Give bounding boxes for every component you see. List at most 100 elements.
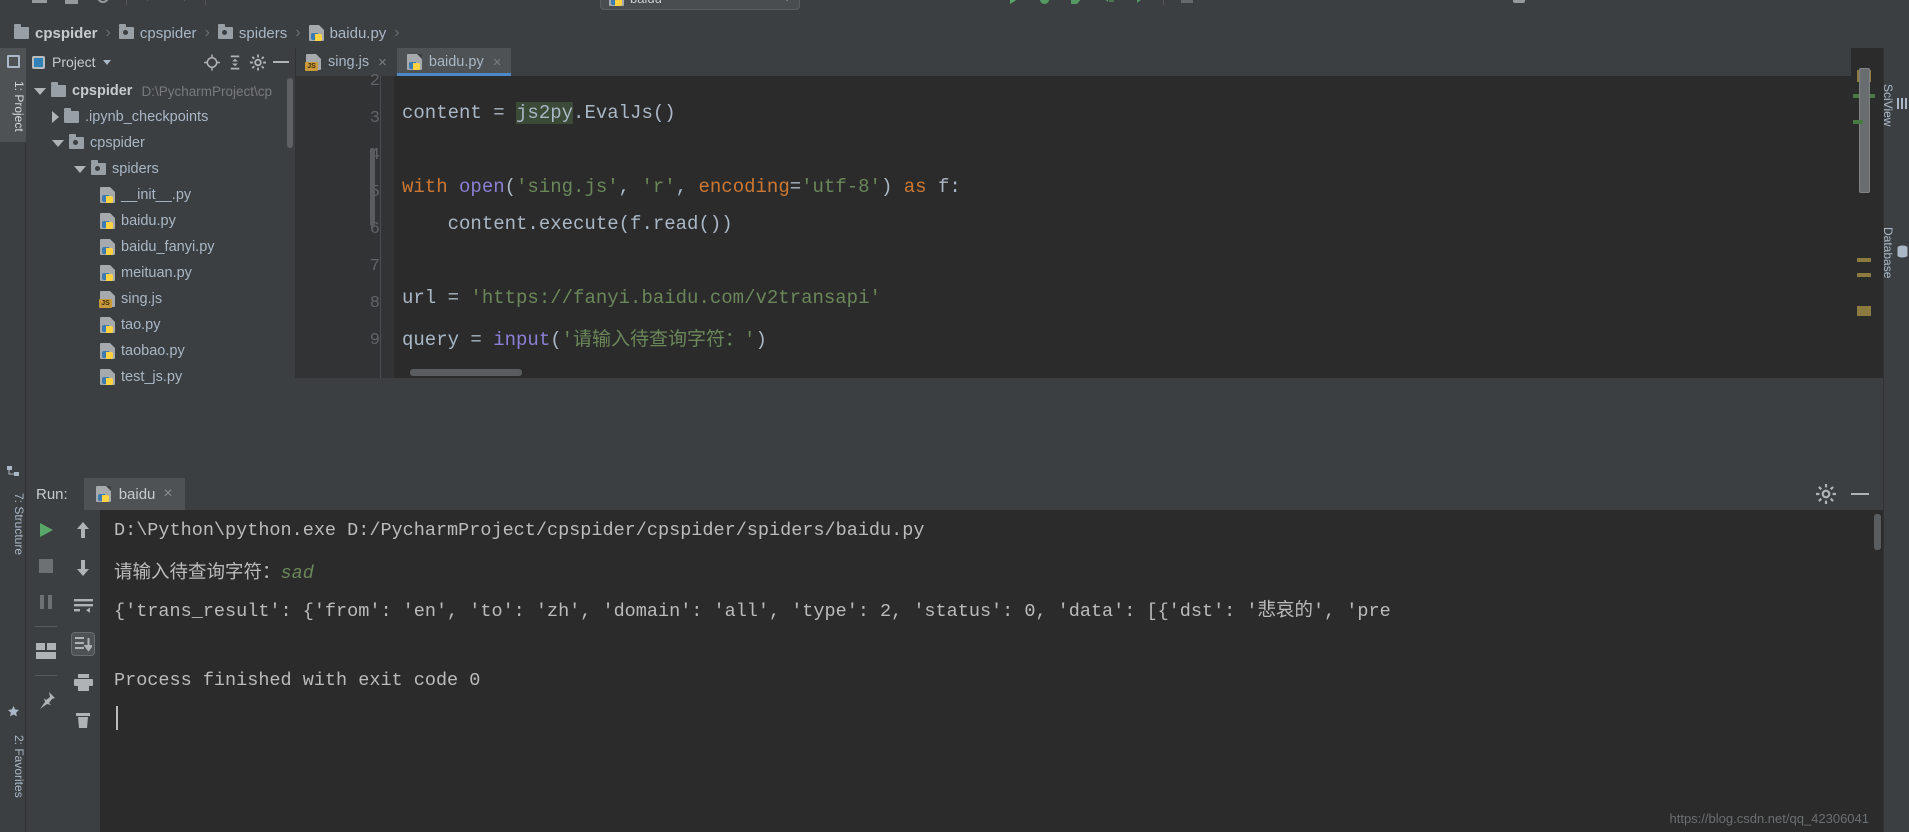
- tree-row-init-py[interactable]: __init__.py: [26, 182, 295, 208]
- folder-icon: [64, 108, 79, 123]
- code-editor[interactable]: 2 3 4 5 6 7 8 9 content = js2py.EvalJs()…: [296, 72, 1851, 378]
- trash-icon[interactable]: [71, 708, 95, 732]
- gear-icon[interactable]: [250, 54, 266, 70]
- tree-row-taobao-py[interactable]: taobao.py: [26, 338, 295, 364]
- tree-row-cpspider-root[interactable]: cpspider D:\PycharmProject\cp: [26, 78, 295, 104]
- run-coverage-icon[interactable]: [1067, 0, 1085, 6]
- tree-row-spiders[interactable]: spiders: [26, 156, 295, 182]
- project-panel-scrollbar[interactable]: [287, 78, 293, 148]
- tree-row-baidu-py[interactable]: baidu.py: [26, 208, 295, 234]
- undo-icon[interactable]: [141, 0, 159, 6]
- tree-row-sing-js[interactable]: JS sing.js: [26, 286, 295, 312]
- up-arrow-icon[interactable]: [71, 518, 95, 542]
- breadcrumb-label: cpspider: [35, 24, 98, 42]
- tree-row-test-js-py[interactable]: test_js.py: [26, 364, 295, 390]
- chevron-down-icon[interactable]: [34, 87, 46, 95]
- source-folder-icon: [91, 160, 106, 175]
- redo-icon[interactable]: [173, 0, 191, 6]
- run-tab-baidu[interactable]: baidu ×: [83, 478, 185, 510]
- chevron-down-icon[interactable]: [783, 0, 791, 1]
- close-icon[interactable]: ×: [493, 54, 502, 71]
- console-output[interactable]: D:\Python\python.exe D:/PycharmProject/c…: [100, 510, 1883, 832]
- console-line-prompt: 请输入待查询字符：sad: [114, 558, 314, 584]
- sidebar-item-structure[interactable]: 7: Structure: [0, 458, 26, 568]
- run-icon[interactable]: [1010, 0, 1021, 4]
- breadcrumb-item-0[interactable]: cpspider: [14, 24, 98, 42]
- python-file-icon: [406, 54, 422, 70]
- tree-label: sing.js: [121, 291, 163, 307]
- watermark: https://blog.csdn.net/qq_42306041: [1669, 811, 1870, 826]
- save-all-icon[interactable]: [62, 0, 80, 6]
- warning-marker[interactable]: [1857, 306, 1871, 316]
- hide-icon[interactable]: [273, 54, 289, 70]
- structure-icon: [6, 464, 20, 478]
- line-number: 9: [369, 331, 380, 350]
- run-toolbar-right: [66, 510, 100, 832]
- warning-marker[interactable]: [1857, 273, 1871, 277]
- breadcrumb-item-3[interactable]: baidu.py: [308, 25, 386, 42]
- vcs-toolbar-group: [1510, 0, 1528, 6]
- pause-icon[interactable]: [34, 590, 58, 614]
- locate-icon[interactable]: [204, 54, 220, 70]
- profile-icon[interactable]: [1099, 0, 1117, 6]
- warning-marker[interactable]: [1857, 258, 1871, 262]
- print-icon[interactable]: [71, 670, 95, 694]
- tree-label: baidu.py: [121, 213, 176, 229]
- run-configuration-selector[interactable]: baidu: [600, 0, 800, 10]
- close-icon[interactable]: ×: [378, 54, 387, 71]
- scroll-to-end-icon[interactable]: [71, 632, 95, 656]
- project-panel-title: Project: [52, 54, 96, 70]
- chevron-right-icon[interactable]: [52, 111, 59, 123]
- collapse-all-icon[interactable]: [227, 54, 243, 70]
- sidebar-item-project[interactable]: 1: Project: [0, 48, 26, 142]
- folder-icon: [14, 24, 29, 39]
- gear-icon[interactable]: [1815, 483, 1837, 505]
- sidebar-item-database[interactable]: Database: [1881, 198, 1909, 308]
- stop-icon[interactable]: [1178, 0, 1196, 6]
- sync-icon[interactable]: [94, 0, 112, 6]
- chevron-down-icon[interactable]: [74, 165, 86, 173]
- editor-scrollbar-thumb[interactable]: [1859, 68, 1870, 193]
- vcs-update-icon[interactable]: [1510, 0, 1528, 6]
- tree-label: test_js.py: [121, 369, 183, 385]
- chevron-down-icon[interactable]: [52, 139, 64, 147]
- stop-icon[interactable]: [34, 554, 58, 578]
- hide-icon[interactable]: [1849, 483, 1871, 505]
- open-folder-icon[interactable]: [30, 0, 48, 6]
- editor-horizontal-scrollbar[interactable]: [410, 369, 522, 376]
- breadcrumb-item-1[interactable]: cpspider: [118, 24, 197, 42]
- sidebar-item-favorites[interactable]: 2: Favorites: [0, 698, 26, 813]
- editor-tab-sing-js[interactable]: JS sing.js ×: [296, 48, 397, 76]
- editor-scrollbar-column[interactable]: [1851, 48, 1883, 378]
- soft-wrap-icon[interactable]: [71, 594, 95, 618]
- debug-icon[interactable]: [1035, 0, 1053, 6]
- chevron-down-icon[interactable]: [102, 59, 111, 65]
- tree-row-ipynb-checkpoints[interactable]: .ipynb_checkpoints: [26, 104, 295, 130]
- sidebar-item-sciview[interactable]: SciView: [1881, 58, 1909, 153]
- tree-row-meituan-py[interactable]: meituan.py: [26, 260, 295, 286]
- tree-path: D:\PycharmProject\cp: [141, 83, 272, 99]
- line-number: 3: [369, 109, 380, 128]
- breadcrumb-item-2[interactable]: spiders: [217, 24, 287, 42]
- layout-icon[interactable]: [34, 639, 58, 663]
- source-folder-icon: [118, 24, 134, 39]
- down-arrow-icon[interactable]: [71, 556, 95, 580]
- tree-row-tao-py[interactable]: tao.py: [26, 312, 295, 338]
- python-file-icon: [100, 265, 115, 281]
- run-icon[interactable]: [34, 518, 58, 542]
- project-panel-header: Project: [26, 48, 295, 76]
- editor-tab-baidu-py[interactable]: baidu.py ×: [396, 48, 512, 76]
- code-line-9: query = input('请输入待查询字符：'): [402, 329, 767, 351]
- code-content[interactable]: content = js2py.EvalJs() with open('sing…: [394, 76, 1851, 378]
- sidebar-label-database: Database: [1881, 227, 1895, 279]
- code-line-8: url = 'https://fanyi.baidu.com/v2transap…: [402, 287, 881, 309]
- tree-row-cpspider-pkg[interactable]: cpspider: [26, 130, 295, 156]
- tree-row-baidu-fanyi-py[interactable]: baidu_fanyi.py: [26, 234, 295, 260]
- code-line-5: with open('sing.js', 'r', encoding='utf-…: [402, 176, 961, 198]
- toolbar-icon-group: [30, 0, 206, 6]
- console-scrollbar[interactable]: [1874, 514, 1881, 550]
- run-with-params-icon[interactable]: [1131, 0, 1149, 6]
- close-icon[interactable]: ×: [163, 485, 172, 503]
- sidebar-label-favorites: 2: Favorites: [12, 735, 26, 798]
- pin-icon[interactable]: [34, 688, 58, 712]
